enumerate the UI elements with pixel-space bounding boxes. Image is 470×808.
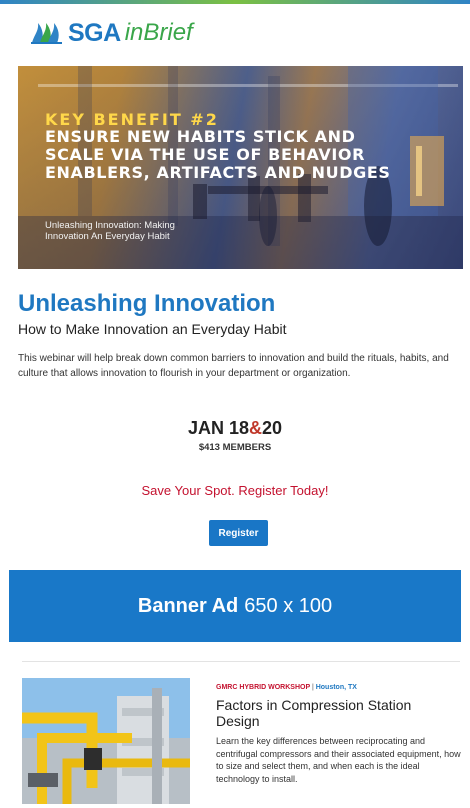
banner-ad-label: Banner Ad [137,594,239,617]
register-button[interactable]: Register [209,520,268,546]
hero-image[interactable]: KEY BENEFIT #2 ENSURE NEW HABITS STICK A… [18,66,463,269]
hero-headline: ENSURE NEW HABITS STICK AND SCALE VIA TH… [45,127,391,182]
date-ampersand: & [249,418,262,438]
date-first: JAN 18 [187,418,249,438]
event-location[interactable]: Houston, TX [316,684,357,691]
logo-inbrief-text: inBrief [124,19,193,46]
email-page: SGA inBrief KEY BENEFIT #2 ENSURE NEW HA… [0,0,470,808]
compression-station-image[interactable] [22,678,190,804]
pipeline-equipment-illustration [22,678,190,804]
top-color-strip [0,0,470,4]
webinar-dates: JAN 18&20 [0,418,470,439]
webinar-subtitle: How to Make Innovation an Everyday Habit [18,321,287,337]
logo-sga-text: SGA [68,18,121,47]
event-title[interactable]: Factors in Compression Station Design [216,697,456,729]
register-cta-text[interactable]: Save Your Spot. Register Today! [0,483,470,498]
section-divider [22,661,460,662]
sga-inbrief-logo[interactable]: SGA inBrief [30,16,193,50]
event-tag-separator: | [311,684,314,691]
banner-ad[interactable]: Banner Ad 650 x 100 [9,570,461,642]
hero-caption: Unleashing Innovation: Making Innovation… [45,220,175,242]
sga-flame-logo-icon [31,23,62,44]
event-type-label[interactable]: GMRC HYBRID WORKSHOP [216,684,310,691]
banner-ad-size: 650 x 100 [244,594,333,617]
date-second: 20 [262,418,283,438]
webinar-title[interactable]: Unleashing Innovation [18,290,275,318]
event-description: Learn the key differences between recipr… [216,736,461,784]
event-tag-line: GMRC HYBRID WORKSHOP | Houston, TX [216,684,357,691]
webinar-description: This webinar will help break down common… [18,353,449,379]
member-price: $413 MEMBERS [198,442,272,453]
